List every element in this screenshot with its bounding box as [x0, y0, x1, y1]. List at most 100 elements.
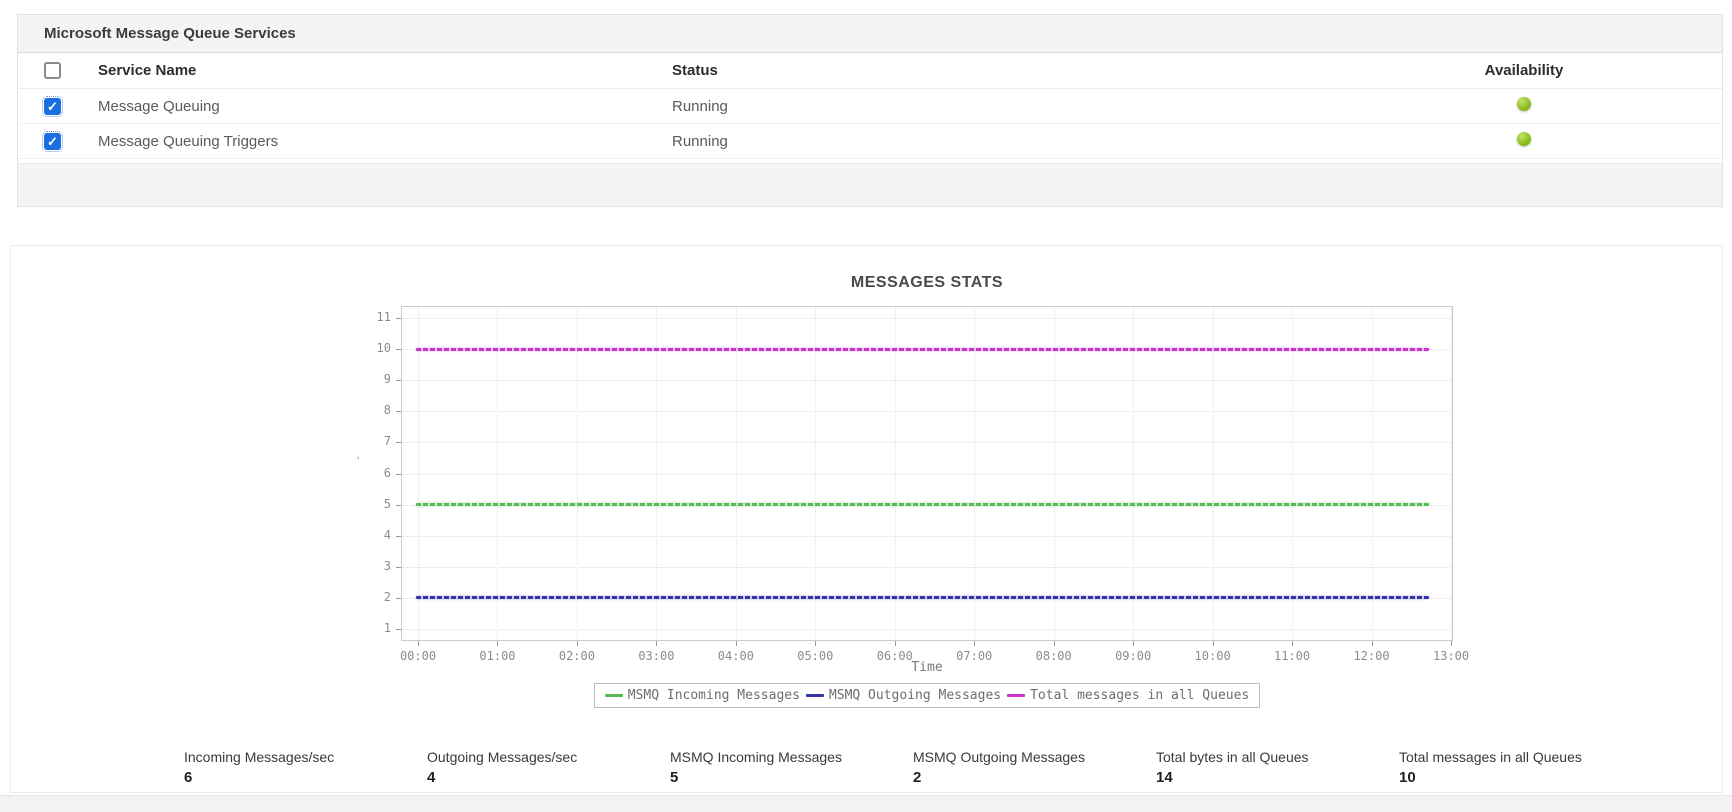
gridline-horizontal — [402, 629, 1452, 630]
legend-item[interactable]: Total messages in all Queues — [1007, 688, 1249, 703]
x-tick-label: 11:00 — [1262, 649, 1322, 663]
x-tick-mark — [974, 641, 975, 646]
gridline-vertical — [974, 307, 975, 640]
stat-label: Outgoing Messages/sec — [427, 749, 670, 765]
gridline-horizontal — [402, 380, 1452, 381]
legend-item[interactable]: MSMQ Outgoing Messages — [806, 688, 1001, 703]
row-checkbox[interactable] — [44, 133, 61, 150]
chart-area: MESSAGES STATS ' Time MSMQ Incoming Mess… — [11, 246, 1722, 792]
x-tick-label: 05:00 — [785, 649, 845, 663]
x-tick-mark — [1054, 641, 1055, 646]
x-tick-label: 00:00 — [388, 649, 448, 663]
x-tick-label: 03:00 — [626, 649, 686, 663]
legend-label: MSMQ Incoming Messages — [628, 688, 800, 703]
x-tick-mark — [497, 641, 498, 646]
x-tick-mark — [1372, 641, 1373, 646]
gridline-horizontal — [402, 474, 1452, 475]
gridline-horizontal — [402, 411, 1452, 412]
gridline-vertical — [418, 307, 419, 640]
stat-item: Total messages in all Queues 10 — [1399, 749, 1642, 786]
table-header-row: Service Name Status Availability — [18, 53, 1722, 89]
x-tick-mark — [1133, 641, 1134, 646]
service-name: Message Queuing Triggers — [98, 133, 672, 150]
gridline-vertical — [1292, 307, 1293, 640]
chart-title: MESSAGES STATS — [401, 274, 1453, 292]
gridline-vertical — [1451, 307, 1452, 640]
y-tick-mark — [396, 598, 401, 599]
stats-row: Incoming Messages/sec 6 Outgoing Message… — [184, 749, 1642, 786]
x-tick-label: 13:00 — [1421, 649, 1481, 663]
x-tick-label: 01:00 — [467, 649, 527, 663]
column-header-status: Status — [672, 62, 1464, 79]
chart-panel: MESSAGES STATS ' Time MSMQ Incoming Mess… — [10, 245, 1723, 793]
table-row: Message Queuing Triggers Running — [18, 124, 1722, 159]
table-footer — [18, 163, 1722, 206]
legend-swatch — [806, 694, 824, 697]
service-status: Running — [672, 133, 1464, 150]
series-line — [416, 503, 1429, 506]
stat-item: Outgoing Messages/sec 4 — [427, 749, 670, 786]
stat-item: Incoming Messages/sec 6 — [184, 749, 427, 786]
stat-label: Total messages in all Queues — [1399, 749, 1642, 765]
x-tick-mark — [815, 641, 816, 646]
stat-value: 14 — [1156, 769, 1399, 786]
y-tick-label: 7 — [351, 434, 391, 448]
y-tick-mark — [396, 505, 401, 506]
x-tick-label: 10:00 — [1183, 649, 1243, 663]
stat-value: 6 — [184, 769, 427, 786]
y-tick-label: 3 — [351, 559, 391, 573]
stat-value: 2 — [913, 769, 1156, 786]
x-tick-mark — [1292, 641, 1293, 646]
legend-swatch — [1007, 694, 1025, 697]
gridline-horizontal — [402, 442, 1452, 443]
stat-value: 10 — [1399, 769, 1642, 786]
stat-value: 5 — [670, 769, 913, 786]
series-line — [416, 596, 1429, 599]
y-tick-mark — [396, 474, 401, 475]
gridline-vertical — [1372, 307, 1373, 640]
legend-item[interactable]: MSMQ Incoming Messages — [605, 688, 800, 703]
gridline-vertical — [815, 307, 816, 640]
y-tick-mark — [396, 380, 401, 381]
gridline-horizontal — [402, 567, 1452, 568]
legend-swatch — [605, 694, 623, 697]
series-line — [416, 348, 1429, 351]
y-tick-label: 9 — [351, 372, 391, 386]
availability-dot — [1517, 132, 1531, 146]
stat-item: MSMQ Incoming Messages 5 — [670, 749, 913, 786]
select-all-checkbox[interactable] — [44, 62, 61, 79]
gridline-vertical — [736, 307, 737, 640]
stat-label: MSMQ Outgoing Messages — [913, 749, 1156, 765]
stat-value: 4 — [427, 769, 670, 786]
stat-label: Total bytes in all Queues — [1156, 749, 1399, 765]
y-tick-label: 1 — [351, 621, 391, 635]
y-tick-mark — [396, 567, 401, 568]
availability-dot — [1517, 97, 1531, 111]
x-tick-label: 02:00 — [547, 649, 607, 663]
service-status: Running — [672, 98, 1464, 115]
y-tick-label: 4 — [351, 528, 391, 542]
services-panel: Microsoft Message Queue Services Service… — [17, 14, 1723, 207]
y-tick-mark — [396, 349, 401, 350]
x-tick-label: 12:00 — [1342, 649, 1402, 663]
legend-wrap: MSMQ Incoming Messages MSMQ Outgoing Mess… — [401, 683, 1453, 708]
x-tick-mark — [736, 641, 737, 646]
y-tick-label: 8 — [351, 403, 391, 417]
legend-label: MSMQ Outgoing Messages — [829, 688, 1001, 703]
service-name: Message Queuing — [98, 98, 672, 115]
stat-item: MSMQ Outgoing Messages 2 — [913, 749, 1156, 786]
x-tick-mark — [577, 641, 578, 646]
x-tick-mark — [1213, 641, 1214, 646]
y-tick-label: 11 — [351, 310, 391, 324]
gridline-vertical — [895, 307, 896, 640]
table-row: Message Queuing Running — [18, 89, 1722, 124]
legend-label: Total messages in all Queues — [1030, 688, 1249, 703]
x-tick-label: 04:00 — [706, 649, 766, 663]
gridline-horizontal — [402, 318, 1452, 319]
y-tick-label: 10 — [351, 341, 391, 355]
y-tick-mark — [396, 318, 401, 319]
x-tick-mark — [895, 641, 896, 646]
row-checkbox[interactable] — [44, 98, 61, 115]
y-tick-mark — [396, 411, 401, 412]
y-tick-mark — [396, 629, 401, 630]
